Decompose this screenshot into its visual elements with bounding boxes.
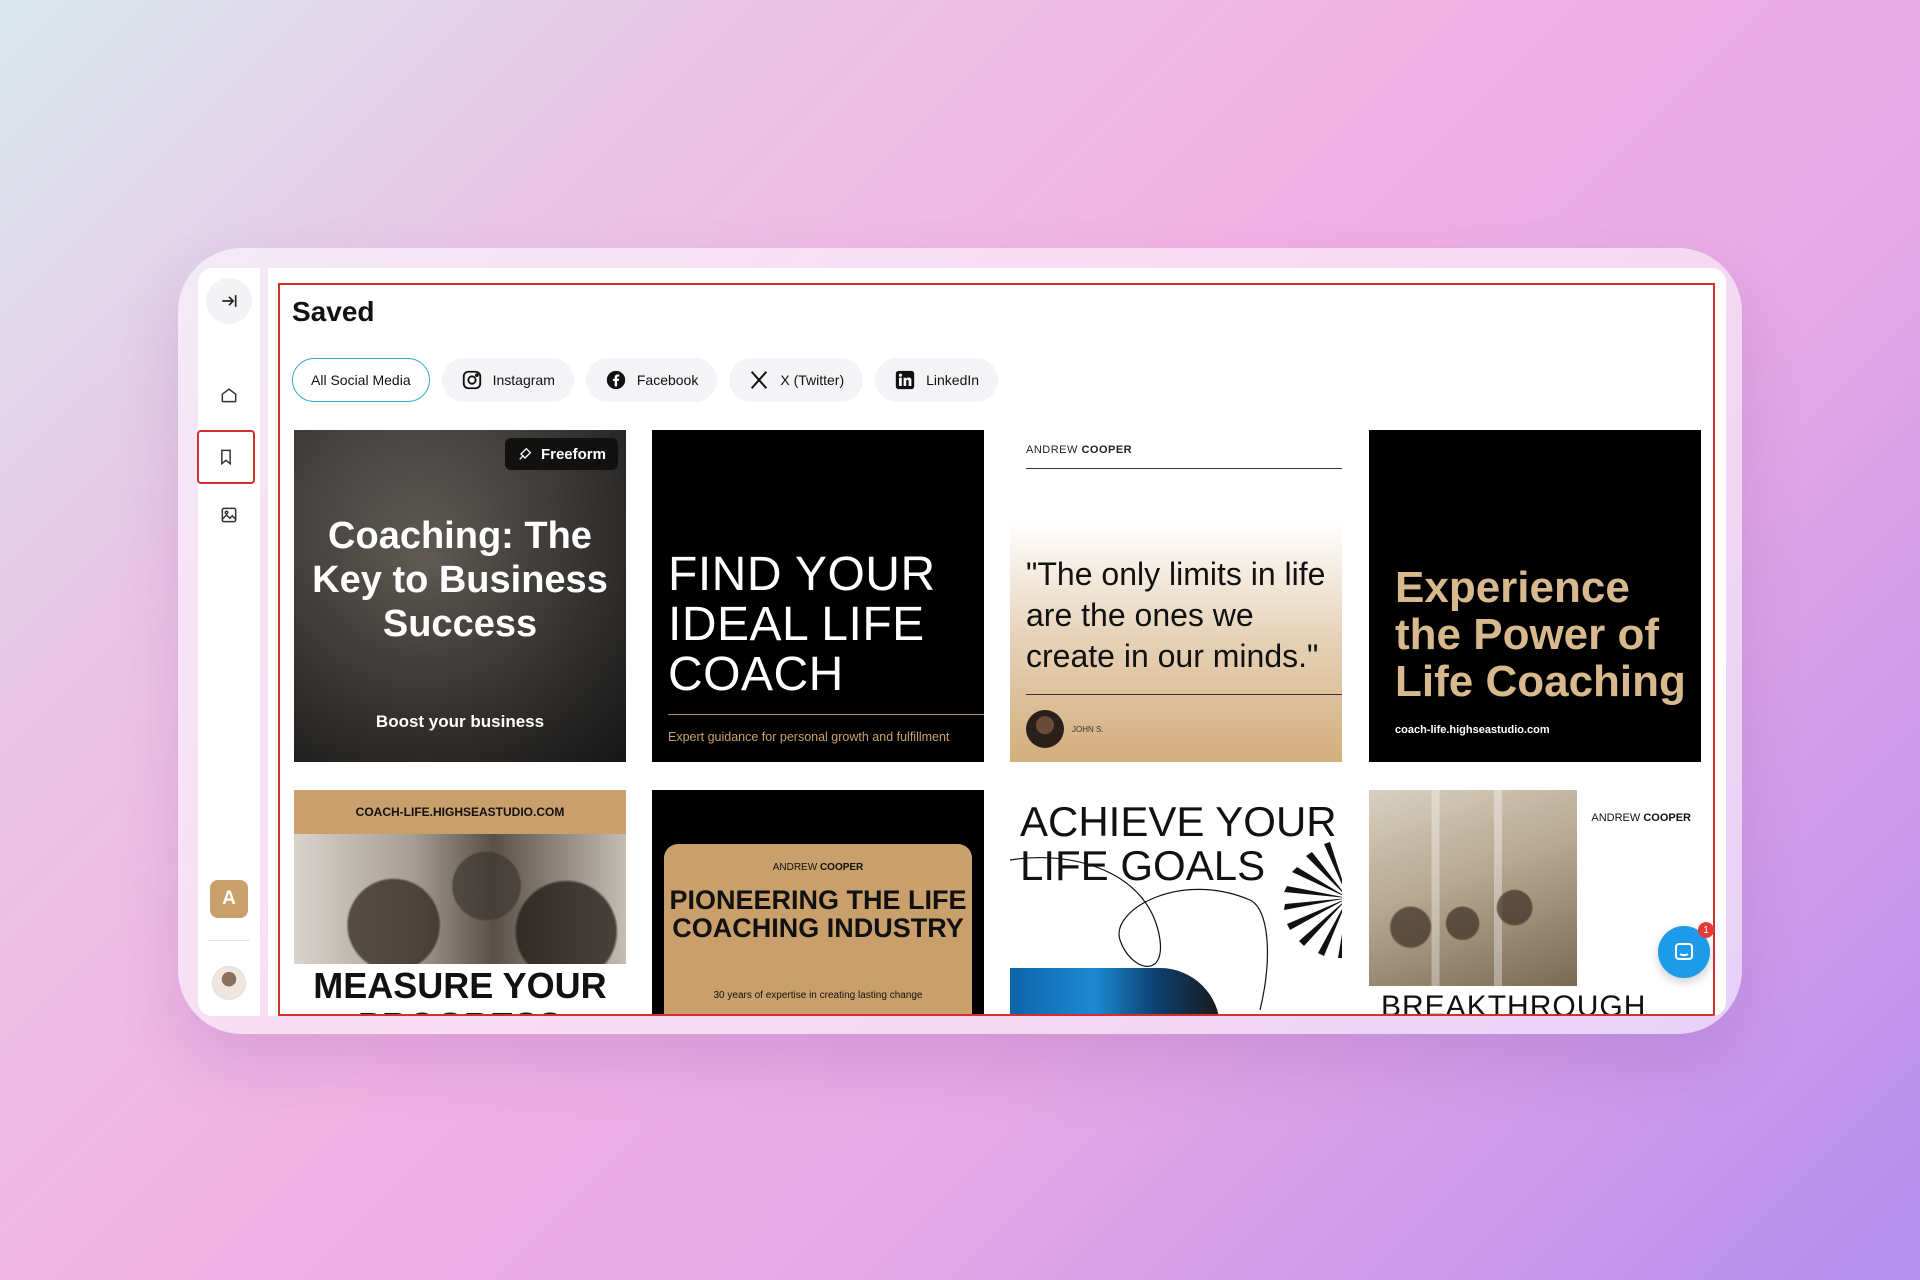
post-headline: FIND YOUR IDEAL LIFE COACH xyxy=(668,548,936,701)
post-photo-overlay xyxy=(294,834,626,964)
tab-label: X (Twitter) xyxy=(780,372,845,388)
post-url: COACH-LIFE.HIGHSEASTUDIO.COM xyxy=(355,805,565,819)
tab-facebook[interactable]: Facebook xyxy=(585,358,718,402)
social-media-tabs: All Social Media Instagram Facebook X (T… xyxy=(292,358,999,402)
saved-post-card[interactable]: FIND YOUR IDEAL LIFE COACH Expert guidan… xyxy=(652,430,984,762)
saved-post-card[interactable]: ANDREW COOPER "The only limits in life a… xyxy=(1010,430,1342,762)
post-brand: ANDREW COOPER xyxy=(1026,444,1132,456)
brand-last: COOPER xyxy=(1081,444,1133,456)
post-url: coach-life.highseastudio.com xyxy=(1395,724,1550,736)
user-avatar[interactable] xyxy=(212,966,246,1000)
post-subline: Boost your business xyxy=(375,712,545,731)
sunburst-icon xyxy=(1284,842,1342,958)
tab-label: Facebook xyxy=(636,372,699,388)
sidebar-item-saved[interactable] xyxy=(197,430,255,484)
post-headline: MEASURE YOUR PROGRESS xyxy=(313,965,607,1017)
post-photo xyxy=(1010,968,1220,1016)
saved-post-card[interactable]: COACH-LIFE.HIGHSEASTUDIO.COM MEASURE YOU… xyxy=(294,790,626,1016)
tab-label: LinkedIn xyxy=(926,372,980,388)
notification-badge: 1 xyxy=(1698,922,1714,938)
workspace-badge[interactable]: A xyxy=(210,880,248,918)
saved-post-card[interactable]: Freeform Coaching: The Key to Business S… xyxy=(294,430,626,762)
saved-post-card[interactable]: ACHIEVE YOUR LIFE GOALS xyxy=(1010,790,1342,1016)
bookmark-icon xyxy=(221,449,231,466)
brand-last: COOPER xyxy=(819,862,864,873)
home-icon xyxy=(221,388,237,403)
saved-post-card[interactable]: ANDREW COOPER PIONEERING THE LIFE COACHI… xyxy=(652,790,984,1016)
tab-x-twitter[interactable]: X (Twitter) xyxy=(729,358,864,402)
page-title: Saved xyxy=(292,296,375,327)
tag-label: Freeform xyxy=(540,445,606,463)
tab-linkedin[interactable]: LinkedIn xyxy=(875,358,999,402)
tab-instagram[interactable]: Instagram xyxy=(441,358,574,402)
sidebar-item-media[interactable] xyxy=(206,492,252,538)
chat-button[interactable]: 1 xyxy=(1658,922,1714,978)
brand-first: ANDREW xyxy=(1591,812,1641,824)
author-avatar xyxy=(1026,710,1064,748)
sidebar-divider xyxy=(208,940,250,941)
brand-last: COOPER xyxy=(1643,812,1691,824)
brand-first: ANDREW xyxy=(1026,444,1078,456)
saved-post-card[interactable]: ANDREW COOPER BREAKTHROUGH xyxy=(1369,790,1701,1016)
post-subline: 30 years of expertise in creating lastin… xyxy=(713,990,923,1001)
post-headline: Experience the Power of Life Coaching xyxy=(1395,563,1686,706)
post-headline: PIONEERING THE LIFE COACHING INDUSTRY xyxy=(669,885,967,943)
post-subline: Expert guidance for personal growth and … xyxy=(668,730,950,744)
post-author: JOHN S. xyxy=(1072,725,1104,734)
freeform-tag: Freeform xyxy=(504,438,618,470)
sidebar-item-home[interactable] xyxy=(206,372,252,418)
post-quote: "The only limits in life are the ones we… xyxy=(1026,556,1326,674)
tab-label: All Social Media xyxy=(311,372,411,388)
freeform-icon xyxy=(519,447,532,460)
post-brand: ANDREW COOPER xyxy=(652,862,984,873)
post-brand: ANDREW COOPER xyxy=(1591,812,1691,824)
collapse-sidebar-icon xyxy=(222,295,237,307)
saved-post-card[interactable]: Experience the Power of Life Coaching co… xyxy=(1369,430,1701,762)
linkedin-icon xyxy=(895,370,915,390)
divider xyxy=(1026,468,1342,469)
tab-label: Instagram xyxy=(492,372,555,388)
main-content: Saved All Social Media Instagram Faceboo… xyxy=(268,268,1726,1016)
collapse-sidebar-button[interactable] xyxy=(206,278,252,324)
post-photo-overlay xyxy=(1369,790,1577,986)
instagram-icon xyxy=(462,370,481,390)
tab-all-social-media[interactable]: All Social Media xyxy=(292,358,430,402)
sidebar: A xyxy=(197,268,260,1016)
post-headline: BREAKTHROUGH xyxy=(1381,990,1647,1016)
divider xyxy=(668,714,984,715)
facebook-icon xyxy=(606,370,626,390)
image-icon xyxy=(221,507,237,523)
divider xyxy=(1026,694,1342,695)
x-icon xyxy=(751,371,768,389)
chat-icon xyxy=(1675,943,1693,960)
brand-first: ANDREW xyxy=(772,862,818,873)
post-headline: Coaching: The Key to Business Success xyxy=(312,515,608,645)
